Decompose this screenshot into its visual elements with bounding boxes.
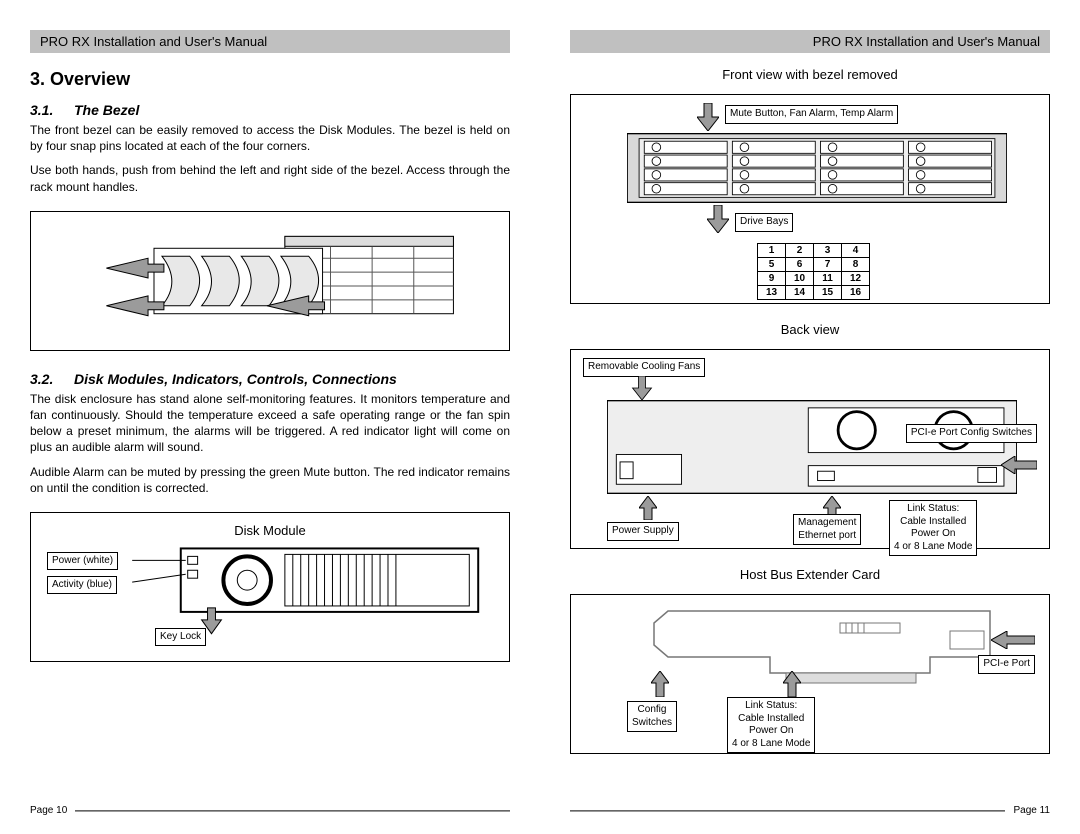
body-text: The front bezel can be easily removed to… [30,122,510,154]
label-mute: Mute Button, Fan Alarm, Temp Alarm [725,105,898,124]
figure-hbec: PCI-e Port Config Switches Link Status: … [570,594,1050,754]
arrow-left-icon [991,631,1035,649]
arrow-left-icon [1001,456,1037,474]
figure-disk-module: Disk Module Power (white) Activity (blue… [30,512,510,662]
footer-rule [570,810,1005,812]
label-psu: Power Supply [607,522,679,541]
page-footer: Page 11 [570,805,1050,816]
arrow-down-icon [631,376,653,400]
figure-title: Back view [570,322,1050,337]
arrow-up-icon [651,671,669,697]
figure-front-view: Mute Button, Fan Alarm, Temp Alarm // dr… [570,94,1050,304]
page-number: Page 10 [30,805,67,816]
label-drive-bays: Drive Bays [735,213,793,232]
bezel-diagram [37,218,503,344]
figure-title: Disk Module [37,523,503,538]
heading-overview: 3. Overview [30,69,510,90]
arrow-down-icon [697,103,719,131]
subheading-bezel: 3.1.The Bezel [30,102,510,118]
figure-bezel-removal [30,211,510,351]
footer-rule [75,810,510,812]
label-fans: Removable Cooling Fans [583,358,705,377]
hbec-diagram [577,601,1043,711]
figure-title: Host Bus Extender Card [570,567,1050,582]
page-number: Page 11 [1013,805,1050,816]
body-text: Use both hands, push from behind the lef… [30,162,510,194]
header-bar: PRO RX Installation and User's Manual [30,30,510,53]
page-footer: Page 10 [30,805,510,816]
subheading-diskmodules: 3.2.Disk Modules, Indicators, Controls, … [30,371,510,387]
page-right: PRO RX Installation and User's Manual Fr… [540,0,1080,834]
arrow-up-icon [783,671,801,697]
bay-number-table: 12345678910111213141516 [757,243,870,300]
label-mgmt: Management Ethernet port [793,514,861,545]
arrow-up-icon [639,496,657,520]
body-text: The disk enclosure has stand alone self-… [30,391,510,456]
label-power: Power (white) [47,552,118,571]
arrow-down-icon [707,205,729,233]
label-activity: Activity (blue) [47,576,117,595]
body-text: Audible Alarm can be muted by pressing t… [30,464,510,496]
label-link-status: Link Status: Cable Installed Power On 4 … [727,697,815,753]
figure-title: Front view with bezel removed [570,67,1050,82]
page-left: PRO RX Installation and User's Manual 3.… [0,0,540,834]
label-link-status: Link Status: Cable Installed Power On 4 … [889,500,977,556]
label-pcie: PCI-e Port Config Switches [906,424,1037,443]
header-bar: PRO RX Installation and User's Manual [570,30,1050,53]
figure-back-view: Removable Cooling Fans PCI-e Port [570,349,1050,549]
label-keylock: Key Lock [155,628,206,647]
label-hb-pcie: PCI-e Port [978,655,1035,674]
rear-chassis-diagram [607,400,1017,494]
label-hb-config: Config Switches [627,701,677,732]
chassis-diagram [627,133,1007,203]
